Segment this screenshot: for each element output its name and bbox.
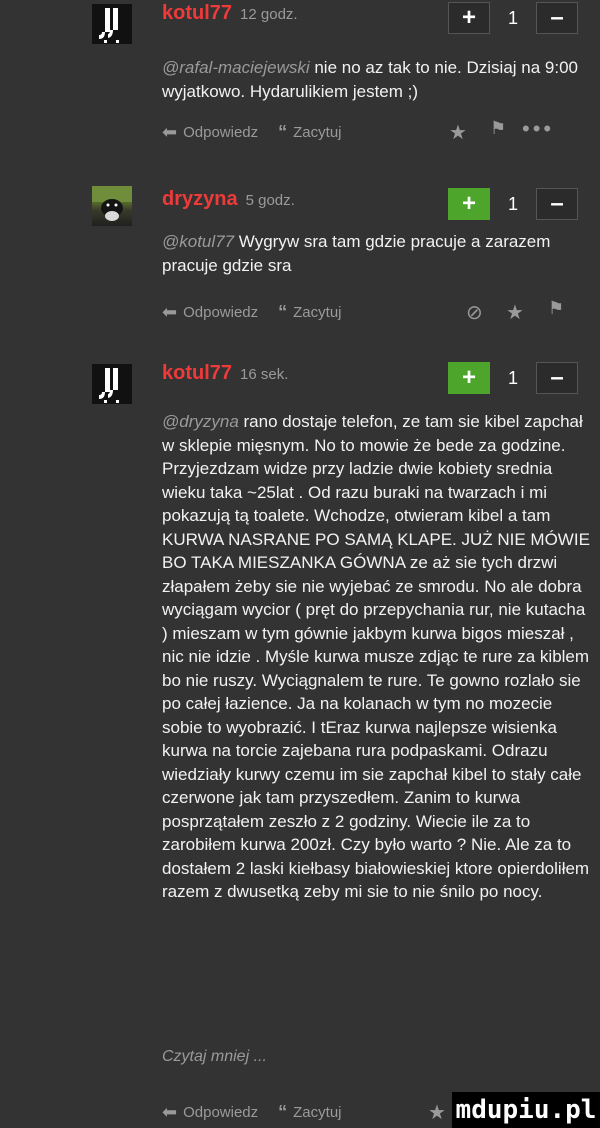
vote-count: 1	[507, 7, 518, 28]
upvote-button[interactable]: +	[448, 188, 490, 220]
comment-actions: ⬅ Odpowiedz “ Zacytuj	[162, 1102, 362, 1123]
star-icon[interactable]: ★	[506, 300, 524, 325]
read-less-link[interactable]: Czytaj mniej ...	[162, 1048, 267, 1066]
quote-button[interactable]: Zacytuj	[293, 124, 341, 141]
block-icon[interactable]: ⊘	[466, 300, 483, 325]
avatar[interactable]	[92, 186, 132, 226]
quote-button[interactable]: Zacytuj	[293, 304, 341, 321]
comment-header: dryzyna 5 godz.	[162, 188, 295, 218]
upvote-button[interactable]: +	[448, 362, 490, 394]
flag-icon[interactable]: ⚑	[548, 298, 564, 319]
comment-text: rano dostaje telefon, ze tam sie kibel z…	[162, 412, 590, 901]
timestamp: 12 godz.	[240, 6, 298, 23]
more-dots-icon[interactable]: •••	[522, 116, 554, 142]
flag-icon[interactable]: ⚑	[490, 118, 506, 139]
reply-button[interactable]: Odpowiedz	[183, 1104, 258, 1121]
reply-button[interactable]: Odpowiedz	[183, 124, 258, 141]
mention-link[interactable]: @dryzyna	[162, 412, 239, 431]
comment-actions: ⬅ Odpowiedz “ Zacytuj	[162, 302, 362, 323]
upvote-button[interactable]: +	[448, 2, 490, 34]
watermark-logo: mdupiu.pl	[452, 1092, 600, 1128]
comment-body: @rafal-maciejewski nie no az tak to nie.…	[162, 56, 592, 103]
dog-photo-icon	[92, 186, 132, 221]
username[interactable]: dryzyna	[162, 188, 238, 211]
downvote-button[interactable]: –	[536, 2, 578, 34]
reply-button[interactable]: Odpowiedz	[183, 304, 258, 321]
vote-box: + 1 –	[448, 2, 578, 34]
quote-icon[interactable]: “	[278, 1102, 287, 1123]
comment-header: kotul77 12 godz.	[162, 2, 298, 32]
vote-box: + 1 –	[448, 188, 578, 220]
comment-actions: ⬅ Odpowiedz “ Zacytuj	[162, 122, 362, 143]
comment-header: kotul77 16 sek.	[162, 362, 288, 392]
mention-link[interactable]: @rafal-maciejewski	[162, 58, 310, 77]
mention-link[interactable]: @kotul77	[162, 232, 234, 251]
star-icon[interactable]: ★	[449, 120, 467, 145]
timestamp: 16 sek.	[240, 366, 289, 383]
quote-button[interactable]: Zacytuj	[293, 1104, 341, 1121]
juventus-logo-icon	[99, 8, 119, 43]
quote-icon[interactable]: “	[278, 122, 287, 143]
watermark-text: mdupiu.pl	[455, 1095, 597, 1125]
avatar[interactable]	[92, 364, 132, 404]
timestamp: 5 godz.	[245, 192, 295, 209]
comment-body: @dryzyna rano dostaje telefon, ze tam si…	[162, 410, 592, 904]
vote-box: + 1 –	[448, 362, 578, 394]
downvote-button[interactable]: –	[536, 188, 578, 220]
username[interactable]: kotul77	[162, 362, 232, 385]
reply-arrow-icon[interactable]: ⬅	[162, 1102, 177, 1123]
vote-count: 1	[507, 193, 518, 214]
comment-body: @kotul77 Wygryw sra tam gdzie pracuje a …	[162, 230, 592, 277]
reply-arrow-icon[interactable]: ⬅	[162, 302, 177, 323]
downvote-button[interactable]: –	[536, 362, 578, 394]
star-icon[interactable]: ★	[428, 1100, 446, 1125]
username[interactable]: kotul77	[162, 2, 232, 25]
juventus-logo-icon	[99, 368, 119, 403]
reply-arrow-icon[interactable]: ⬅	[162, 122, 177, 143]
avatar[interactable]	[92, 4, 132, 44]
vote-count: 1	[507, 367, 518, 388]
quote-icon[interactable]: “	[278, 302, 287, 323]
